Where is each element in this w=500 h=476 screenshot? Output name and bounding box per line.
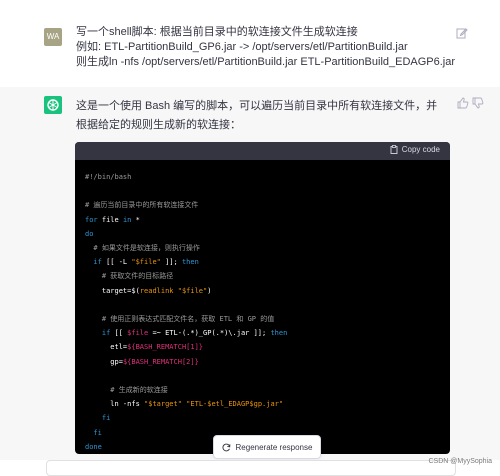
code-content: #!/bin/bash # 遍历当前目录中的所有软连接文件 for file i… bbox=[85, 173, 288, 451]
regenerate-response-button[interactable]: Regenerate response bbox=[213, 435, 321, 459]
assistant-message: 这是一个使用 Bash 编写的脚本，可以遍历当前目录中所有软连接文件，并根据给定… bbox=[0, 87, 500, 470]
user-line-2: 例如: ETL-PartitionBuild_GP6.jar -> /opt/s… bbox=[76, 41, 408, 53]
thumbs-down-icon[interactable] bbox=[472, 97, 484, 109]
user-message-text: 写一个shell脚本: 根据当前目录中的软连接文件生成软连接 例如: ETL-P… bbox=[76, 25, 455, 70]
clipboard-icon bbox=[390, 145, 398, 154]
user-message: WA 写一个shell脚本: 根据当前目录中的软连接文件生成软连接 例如: ET… bbox=[0, 0, 500, 88]
edit-icon[interactable] bbox=[456, 27, 468, 39]
regenerate-label: Regenerate response bbox=[235, 442, 313, 452]
watermark: CSDN @MyySophia bbox=[428, 458, 492, 465]
code-header: Copy code bbox=[75, 142, 450, 160]
copy-code-label: Copy code bbox=[401, 145, 440, 154]
openai-logo-icon bbox=[47, 99, 59, 111]
message-input[interactable] bbox=[46, 460, 456, 476]
code-line: #!/bin/bash bbox=[85, 173, 132, 181]
user-avatar: WA bbox=[44, 28, 62, 46]
thumbs-up-icon[interactable] bbox=[457, 97, 469, 109]
assistant-avatar bbox=[44, 96, 62, 114]
refresh-icon bbox=[222, 443, 230, 451]
assistant-intro-text: 这是一个使用 Bash 编写的脚本，可以遍历当前目录中所有软连接文件，并根据给定… bbox=[76, 100, 438, 131]
user-line-3: 则生成ln -nfs /opt/servers/etl/PartitionBui… bbox=[76, 56, 456, 68]
code-line: # 遍历当前目录中的所有软连接文件 bbox=[85, 201, 199, 210]
code-block: Copy code #!/bin/bash # 遍历当前目录中的所有软连接文件 … bbox=[75, 142, 450, 454]
copy-code-button[interactable]: Copy code bbox=[390, 145, 440, 154]
user-line-1: 写一个shell脚本: 根据当前目录中的软连接文件生成软连接 bbox=[76, 26, 358, 38]
